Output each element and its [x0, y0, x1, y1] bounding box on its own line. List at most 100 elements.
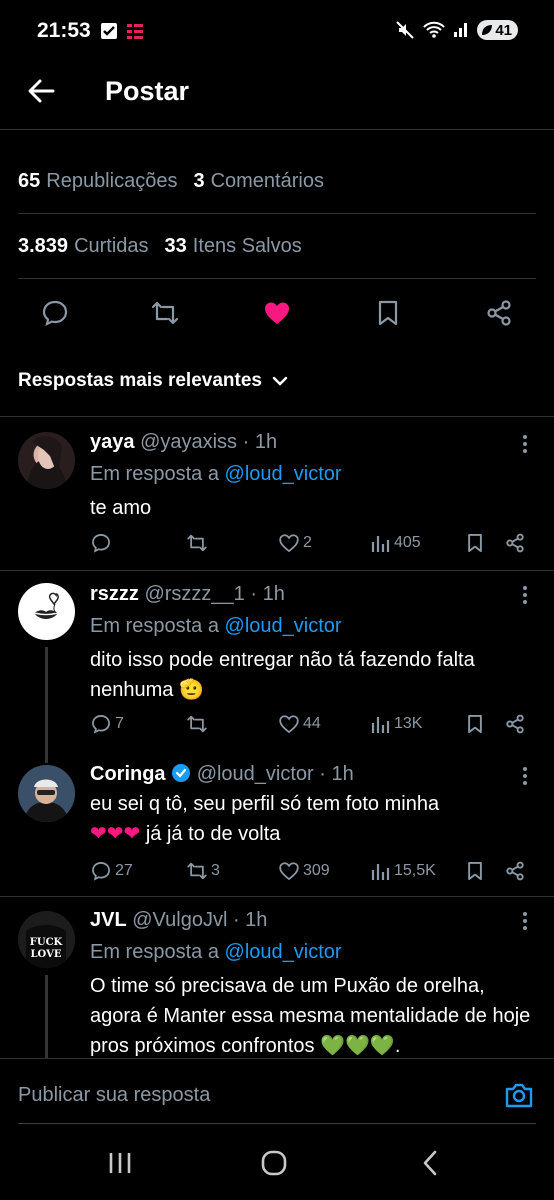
reply-to-prefix: Em resposta a: [90, 615, 219, 637]
saves-count: 33: [164, 235, 187, 257]
heart-icon: [279, 862, 299, 881]
status-bar: 21:53 41: [0, 0, 554, 62]
views-icon: [371, 864, 390, 880]
author-name[interactable]: rszzz: [90, 583, 139, 605]
heart-icon: [279, 534, 299, 553]
home-icon[interactable]: [259, 1148, 289, 1178]
author-handle[interactable]: @yayaxiss: [140, 431, 237, 453]
author-handle[interactable]: @VulgoJvl: [132, 909, 227, 931]
mention-link[interactable]: @loud_victor: [225, 615, 342, 637]
reply-actions: 27 3 309 15,5K: [90, 857, 534, 885]
share-icon[interactable]: [504, 532, 526, 554]
share-icon[interactable]: [504, 713, 526, 735]
reply-views-button[interactable]: 13K: [371, 710, 422, 738]
more-options-icon[interactable]: [522, 434, 528, 454]
like-count: 309: [303, 862, 330, 879]
stats-row-reposts: 65 Republicações 3 Comentários: [18, 150, 536, 214]
comment-icon: [92, 715, 110, 734]
author-name[interactable]: yaya: [90, 431, 135, 453]
back-nav-icon[interactable]: [416, 1148, 446, 1178]
author-handle[interactable]: @rszzz__1: [144, 583, 244, 605]
stats-row-likes: 3.839 Curtidas 33 Itens Salvos: [18, 215, 536, 279]
comment-count: 27: [115, 862, 133, 879]
reply-item[interactable]: FUCK LOVE JVL @VulgoJvl · 1h Em resposta …: [0, 897, 554, 1058]
reply-input[interactable]: Publicar sua resposta: [18, 1084, 210, 1107]
share-icon[interactable]: [484, 298, 514, 328]
reply-comment-button[interactable]: 7: [90, 710, 124, 738]
more-options-icon[interactable]: [522, 911, 528, 931]
leaf-icon: [482, 25, 493, 35]
more-options-icon[interactable]: [522, 585, 528, 605]
signal-icon: [454, 23, 468, 37]
avatar-image: FUCKLOVE: [18, 911, 75, 968]
mute-icon: [396, 21, 415, 39]
repost-icon: [187, 534, 207, 552]
likes-stat[interactable]: 3.839 Curtidas: [18, 235, 149, 258]
reply-repost-button[interactable]: 3: [186, 857, 220, 885]
reply-views-button[interactable]: 15,5K: [371, 857, 436, 885]
comments-stat[interactable]: 3 Comentários: [193, 170, 324, 193]
views-icon: [371, 536, 390, 552]
reply-like-button[interactable]: 44: [278, 710, 321, 738]
mention-link[interactable]: @loud_victor: [225, 463, 342, 485]
reply-to-line: Em resposta a @loud_victor: [90, 939, 534, 965]
views-icon: [371, 717, 390, 733]
replies-sort-dropdown[interactable]: Respostas mais relevantes: [18, 370, 288, 392]
page-title: Postar: [105, 76, 190, 106]
reply-views-button[interactable]: 405: [371, 529, 421, 557]
author-name[interactable]: JVL: [90, 909, 127, 931]
reply-repost-button[interactable]: [186, 529, 211, 557]
verified-badge-icon: [172, 764, 191, 782]
author-handle[interactable]: @loud_victor: [197, 763, 314, 785]
thread-line: [45, 741, 48, 763]
repost-icon: [187, 862, 207, 880]
likes-label: Curtidas: [74, 235, 149, 257]
comments-label: Comentários: [210, 170, 324, 192]
recent-apps-icon[interactable]: [105, 1148, 135, 1178]
bookmark-icon[interactable]: [464, 860, 486, 882]
red-hearts-emoji: ❤❤❤: [90, 823, 141, 845]
more-options-icon[interactable]: [522, 766, 528, 786]
reply-repost-button[interactable]: [186, 710, 211, 738]
saves-stat[interactable]: 33 Itens Salvos: [165, 235, 302, 258]
bookmark-icon[interactable]: [464, 532, 486, 554]
reply-to-line: Em resposta a @loud_victor: [90, 613, 534, 639]
reply-composer[interactable]: Publicar sua resposta: [0, 1058, 554, 1124]
post-time: · 1h: [232, 909, 268, 931]
comment-count: 7: [115, 715, 124, 732]
mention-link[interactable]: @loud_victor: [225, 941, 342, 963]
repost-icon[interactable]: [150, 298, 180, 328]
saluting-face-emoji: 🫡: [178, 679, 204, 701]
post-time: · 1h: [319, 763, 354, 785]
comment-icon[interactable]: [40, 298, 70, 328]
view-count: 405: [394, 534, 421, 551]
avatar-image: [26, 436, 68, 489]
reply-comment-button[interactable]: 27: [90, 857, 133, 885]
reply-text: eu sei q tô, seu perfil só tem foto minh…: [90, 789, 534, 849]
avatar[interactable]: [18, 432, 75, 489]
camera-icon[interactable]: [504, 1081, 534, 1109]
reply-comment-button[interactable]: [90, 529, 115, 557]
back-arrow-icon[interactable]: [26, 76, 56, 106]
view-count: 13K: [394, 715, 423, 732]
status-time: 21:53: [37, 19, 91, 42]
bookmark-icon[interactable]: [373, 298, 403, 328]
like-icon-filled[interactable]: [262, 298, 292, 328]
author-name[interactable]: Coringa: [90, 763, 166, 785]
avatar[interactable]: FUCK LOVE: [18, 911, 75, 968]
reply-like-button[interactable]: 309: [278, 857, 330, 885]
like-count: 2: [303, 534, 312, 551]
avatar[interactable]: [18, 583, 75, 640]
bookmark-icon[interactable]: [464, 713, 486, 735]
share-icon[interactable]: [504, 860, 526, 882]
reply-to-prefix: Em resposta a: [90, 463, 219, 485]
reposts-stat[interactable]: 65 Republicações: [18, 170, 177, 193]
comments-count: 3: [193, 170, 205, 192]
reply-item[interactable]: Coringa @loud_victor · 1h eu sei q tô, s…: [0, 741, 554, 896]
reply-like-button[interactable]: 2: [278, 529, 312, 557]
avatar-image: [18, 765, 75, 822]
avatar[interactable]: [18, 765, 75, 822]
reply-item[interactable]: yaya @yayaxiss · 1h Em resposta a @loud_…: [0, 417, 554, 569]
reply-item[interactable]: rszzz @rszzz__1 · 1h Em resposta a @loud…: [0, 571, 554, 741]
comment-icon: [92, 534, 110, 553]
